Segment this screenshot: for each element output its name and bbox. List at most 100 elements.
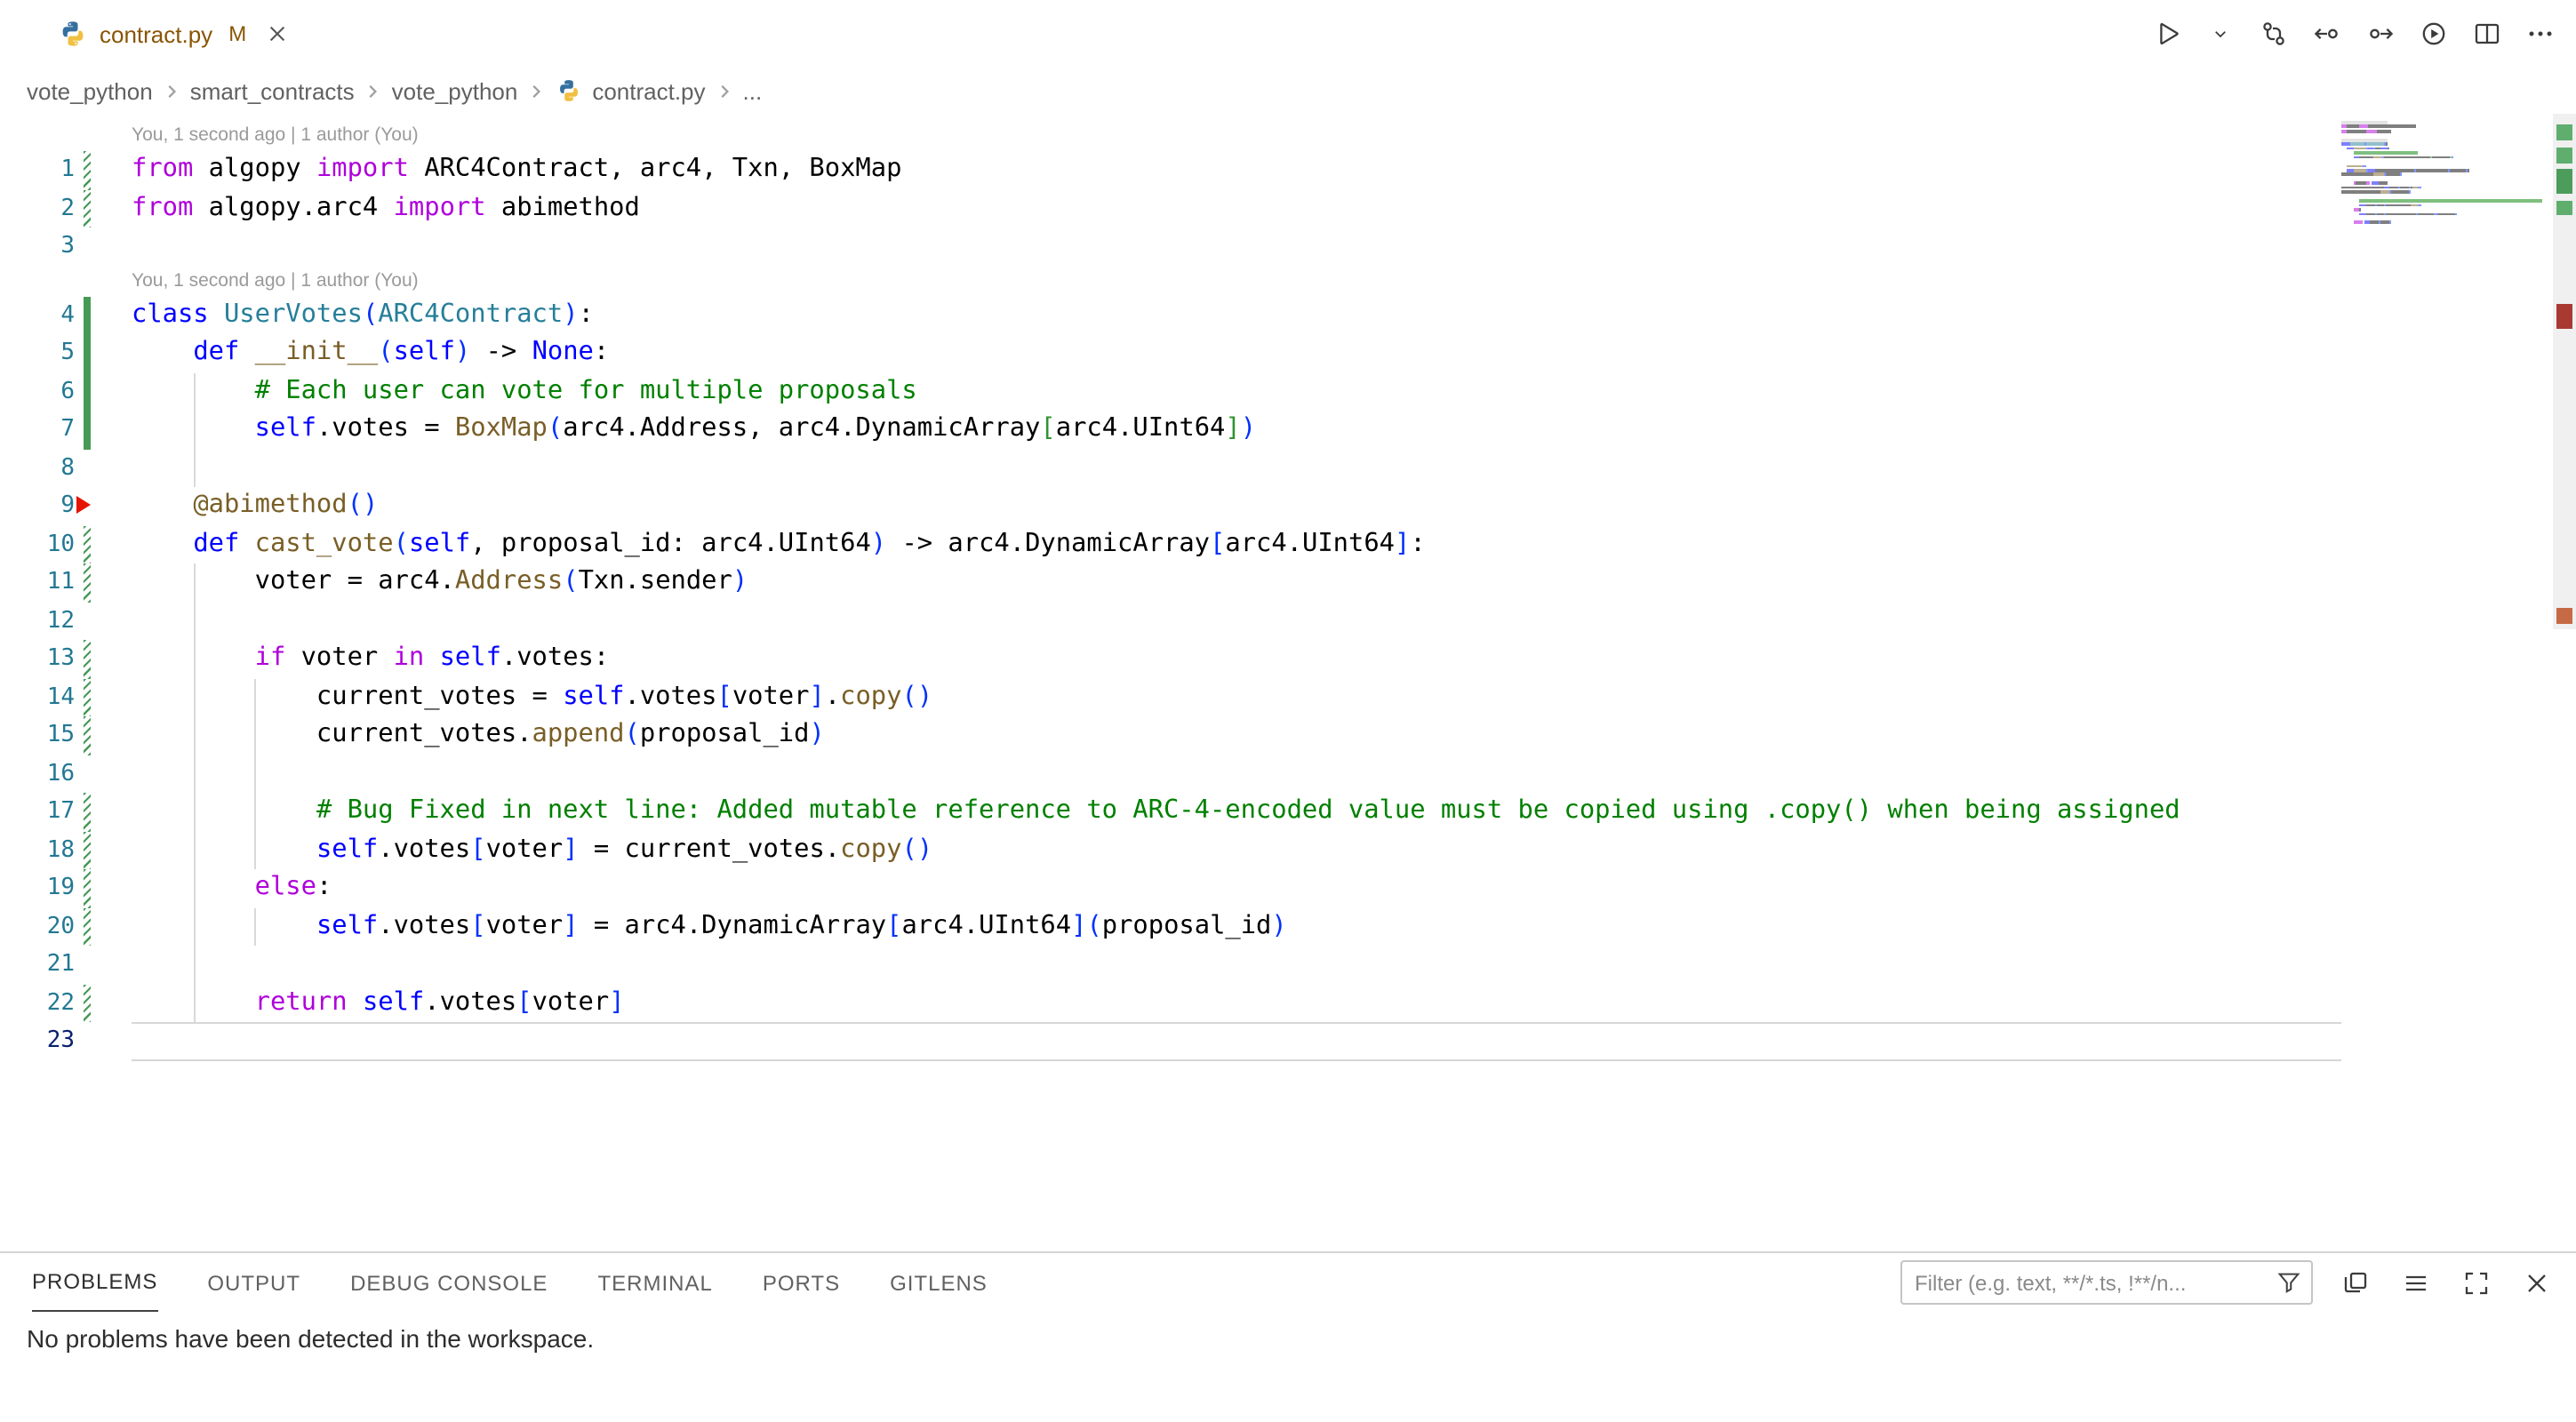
code-text[interactable]: self.votes[voter] = arc4.DynamicArray[ar…	[132, 907, 2341, 946]
code-line[interactable]: 16	[0, 755, 2576, 793]
panel-tab-terminal[interactable]: TERMINAL	[597, 1253, 712, 1312]
code-text[interactable]	[132, 755, 2341, 793]
problems-filter-input[interactable]	[1902, 1270, 2276, 1295]
source-control-compare-button[interactable]	[2254, 15, 2292, 52]
code-text[interactable]: self.votes[voter] = current_votes.copy()	[132, 831, 2341, 869]
code-line[interactable]: 14 current_votes = self.votes[voter].cop…	[0, 678, 2576, 716]
codelens-row[interactable]: You, 1 second ago | 1 author (You)	[0, 121, 2576, 151]
code-text[interactable]	[132, 602, 2341, 640]
codelens-label[interactable]: You, 1 second ago | 1 author (You)	[0, 121, 419, 151]
code-text[interactable]	[132, 228, 2341, 266]
breadcrumb-item-ellipsis[interactable]: ...	[743, 77, 763, 104]
line-number[interactable]: 2	[0, 189, 75, 228]
code-line[interactable]: 15 current_votes.append(proposal_id)	[0, 716, 2576, 755]
line-number[interactable]: 7	[0, 411, 75, 449]
filter-icon[interactable]	[2276, 1269, 2311, 1296]
run-or-debug-button[interactable]	[2414, 15, 2452, 52]
code-line[interactable]: 5 def __init__(self) -> None:	[0, 334, 2576, 372]
close-panel-button[interactable]	[2517, 1264, 2555, 1301]
line-number[interactable]: 22	[0, 984, 75, 1022]
line-number[interactable]: 10	[0, 525, 75, 563]
code-line[interactable]: 2 from algopy.arc4 import abimethod	[0, 189, 2576, 228]
breadcrumb-item-smart-contracts[interactable]: smart_contracts	[190, 77, 355, 104]
line-number[interactable]: 3	[0, 228, 75, 266]
code-line[interactable]: 8	[0, 449, 2576, 487]
code-line[interactable]: 12	[0, 602, 2576, 640]
editor[interactable]: You, 1 second ago | 1 author (You)1from …	[0, 114, 2576, 1251]
panel-tab-ports[interactable]: PORTS	[763, 1253, 840, 1312]
line-number[interactable]: 5	[0, 334, 75, 372]
code-line[interactable]: 6 # Each user can vote for multiple prop…	[0, 372, 2576, 411]
line-number[interactable]: 9	[0, 487, 75, 525]
run-dropdown-button[interactable]	[2201, 15, 2238, 52]
code-text[interactable]: voter = arc4.Address(Txn.sender)	[132, 563, 2341, 602]
code-line[interactable]: 18 self.votes[voter] = current_votes.cop…	[0, 831, 2576, 869]
code-line[interactable]: 9 @abimethod()	[0, 487, 2576, 525]
code-line[interactable]: 13 if voter in self.votes:	[0, 640, 2576, 678]
code-line[interactable]: 7 self.votes = BoxMap(arc4.Address, arc4…	[0, 411, 2576, 449]
panel-tab-debug-console[interactable]: DEBUG CONSOLE	[350, 1253, 548, 1312]
line-number[interactable]: 17	[0, 793, 75, 831]
code-line[interactable]: 1from algopy import ARC4Contract, arc4, …	[0, 151, 2576, 189]
code-text[interactable]: if voter in self.votes:	[132, 640, 2341, 678]
code-text[interactable]: else:	[132, 869, 2341, 907]
close-tab-button[interactable]	[264, 21, 289, 46]
minimap[interactable]	[2341, 121, 2551, 230]
panel-tab-gitlens[interactable]: GITLENS	[890, 1253, 988, 1312]
code-line[interactable]: 17 # Bug Fixed in next line: Added mutab…	[0, 793, 2576, 831]
line-number[interactable]: 12	[0, 602, 75, 640]
maximize-panel-button[interactable]	[2457, 1264, 2494, 1301]
code-line[interactable]: 10 def cast_vote(self, proposal_id: arc4…	[0, 525, 2576, 563]
breadcrumb-item-contract-py[interactable]: contract.py	[592, 77, 705, 104]
line-number[interactable]: 4	[0, 296, 75, 334]
code-text[interactable]: self.votes = BoxMap(arc4.Address, arc4.D…	[132, 411, 2341, 449]
code-text[interactable]	[132, 1022, 2341, 1060]
copy-button[interactable]	[2336, 1264, 2373, 1301]
code-text[interactable]: from algopy import ARC4Contract, arc4, T…	[132, 151, 2341, 189]
panel-tab-problems[interactable]: PROBLEMS	[32, 1253, 157, 1312]
code-text[interactable]: return self.votes[voter]	[132, 984, 2341, 1022]
line-number[interactable]: 18	[0, 831, 75, 869]
code-line[interactable]: 22 return self.votes[voter]	[0, 984, 2576, 1022]
code-line[interactable]: 11 voter = arc4.Address(Txn.sender)	[0, 563, 2576, 602]
code-line[interactable]: 19 else:	[0, 869, 2576, 907]
next-change-button[interactable]	[2361, 15, 2398, 52]
code-text[interactable]	[132, 946, 2341, 984]
line-number[interactable]: 15	[0, 716, 75, 755]
more-actions-button[interactable]	[2521, 15, 2558, 52]
previous-change-button[interactable]	[2308, 15, 2345, 52]
code-text[interactable]: def __init__(self) -> None:	[132, 334, 2341, 372]
overview-ruler[interactable]	[2553, 114, 2576, 1251]
run-python-file-button[interactable]	[2148, 15, 2185, 52]
line-number[interactable]: 20	[0, 907, 75, 946]
breadcrumb-item-vote-python-2[interactable]: vote_python	[392, 77, 518, 104]
code-text[interactable]: current_votes.append(proposal_id)	[132, 716, 2341, 755]
line-number[interactable]: 23	[0, 1022, 75, 1060]
code-text[interactable]: def cast_vote(self, proposal_id: arc4.UI…	[132, 525, 2341, 563]
code-line[interactable]: 23	[0, 1022, 2576, 1060]
panel-tab-output[interactable]: OUTPUT	[207, 1253, 300, 1312]
tab-contract-py[interactable]: contract.py M	[0, 0, 307, 68]
breadcrumb-item-vote-python[interactable]: vote_python	[27, 77, 153, 104]
line-number[interactable]: 16	[0, 755, 75, 793]
view-as-list-button[interactable]	[2396, 1264, 2434, 1301]
line-number[interactable]: 19	[0, 869, 75, 907]
code-line[interactable]: 20 self.votes[voter] = arc4.DynamicArray…	[0, 907, 2576, 946]
code-text[interactable]: @abimethod()	[132, 487, 2341, 525]
line-number[interactable]: 8	[0, 449, 75, 487]
codelens-row[interactable]: You, 1 second ago | 1 author (You)	[0, 266, 2576, 296]
split-editor-button[interactable]	[2468, 15, 2505, 52]
line-number[interactable]: 11	[0, 563, 75, 602]
code-text[interactable]: # Bug Fixed in next line: Added mutable …	[132, 793, 2341, 831]
code-line[interactable]: 4class UserVotes(ARC4Contract):	[0, 296, 2576, 334]
code-text[interactable]: from algopy.arc4 import abimethod	[132, 189, 2341, 228]
codelens-label[interactable]: You, 1 second ago | 1 author (You)	[0, 266, 419, 296]
code-line[interactable]: 3	[0, 228, 2576, 266]
code-text[interactable]: # Each user can vote for multiple propos…	[132, 372, 2341, 411]
line-number[interactable]: 14	[0, 678, 75, 716]
code-line[interactable]: 21	[0, 946, 2576, 984]
code-text[interactable]: current_votes = self.votes[voter].copy()	[132, 678, 2341, 716]
line-number[interactable]: 6	[0, 372, 75, 411]
line-number[interactable]: 21	[0, 946, 75, 984]
code-text[interactable]	[132, 449, 2341, 487]
